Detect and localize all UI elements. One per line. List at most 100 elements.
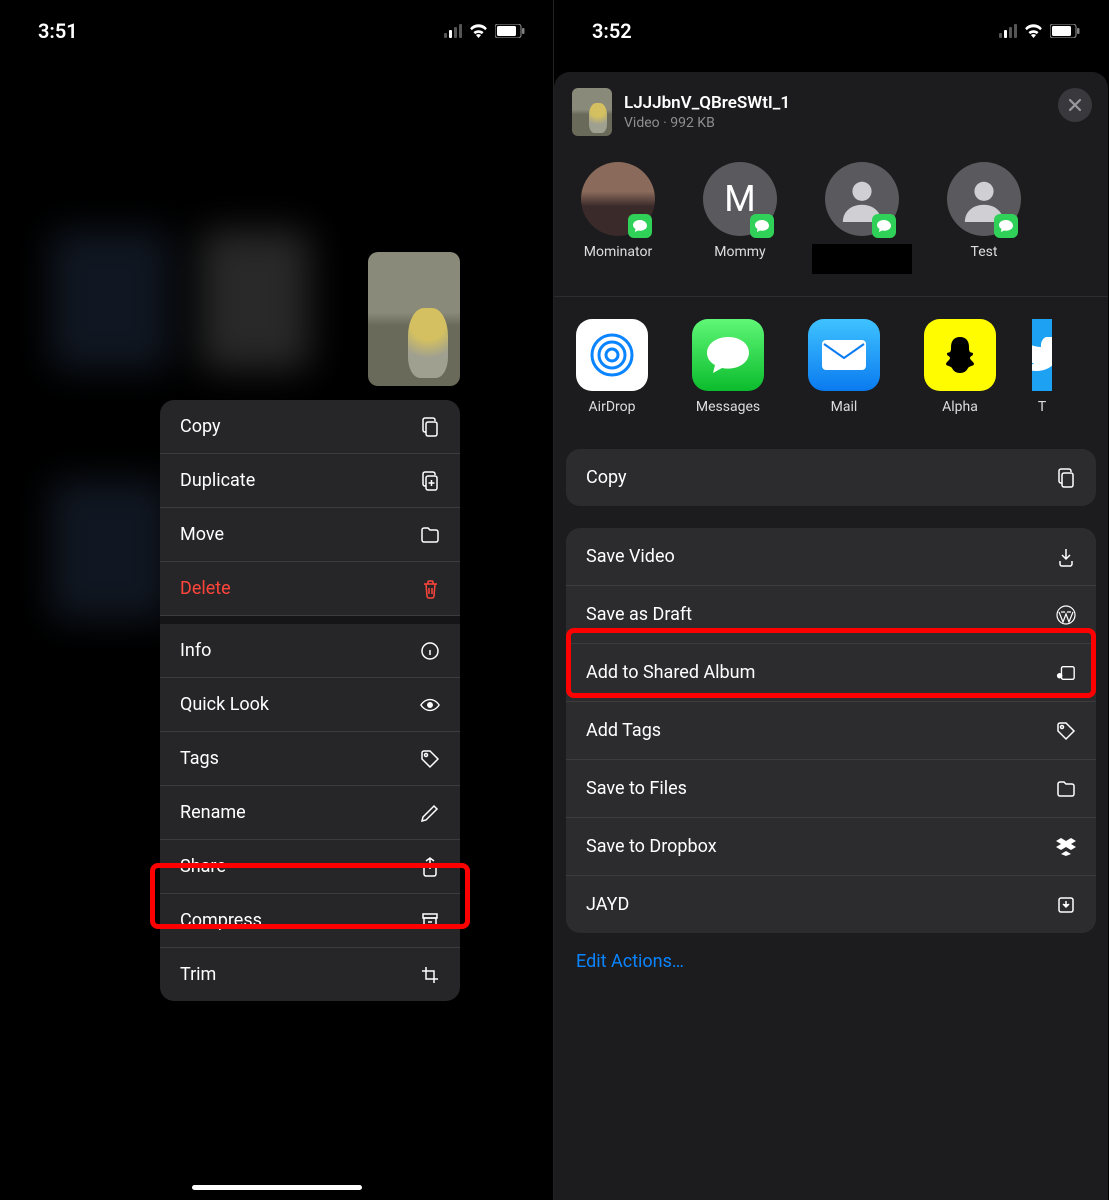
menu-delete[interactable]: Delete [160,562,460,616]
menu-info[interactable]: Info [160,624,460,678]
status-bar: 3:51 [0,0,553,50]
redacted-label [812,244,912,274]
action-copy[interactable]: Copy [566,449,1096,506]
menu-label: Rename [180,802,246,823]
status-icons [444,19,525,43]
messages-badge-icon [628,214,652,238]
trash-icon [420,579,440,599]
app-label: Alpha [942,399,978,415]
screen-share-sheet: 3:52 LJJJbnV_QBreSWtI_1 Video · 992 KB [554,0,1108,1200]
download-icon [1056,547,1076,567]
dropbox-icon [1056,837,1076,857]
app-alpha[interactable]: Alpha [916,319,1004,415]
action-label: JAYD [586,894,629,915]
status-time: 3:52 [592,19,632,43]
archive-icon [420,911,440,931]
app-mail[interactable]: Mail [800,319,888,415]
wordpress-icon [1056,605,1076,625]
wifi-icon [468,19,489,43]
folder-icon [1056,779,1076,799]
app-messages[interactable]: Messages [684,319,772,415]
snapchat-icon [924,319,996,391]
status-time: 3:51 [38,19,78,43]
contact-mommy[interactable]: M Mommy [690,162,790,274]
action-label: Save to Files [586,778,687,799]
messages-badge-icon [872,214,896,238]
menu-duplicate[interactable]: Duplicate [160,454,460,508]
file-meta: Video · 992 KB [624,115,790,131]
action-label: Copy [586,467,627,488]
cellular-icon [444,24,462,38]
app-label: Messages [696,399,760,415]
menu-trim[interactable]: Trim [160,948,460,1001]
action-label: Add Tags [586,720,661,741]
menu-label: Move [180,524,224,545]
contacts-row: Mominator M Mommy Test [554,152,1108,297]
contact-name: Test [971,244,998,260]
menu-label: Quick Look [180,694,269,715]
airdrop-icon [576,319,648,391]
folder-icon [420,525,440,545]
messages-badge-icon [750,214,774,238]
menu-label: Copy [180,416,221,437]
crop-icon [420,965,440,985]
menu-label: Tags [180,748,219,769]
action-label: Save as Draft [586,604,692,625]
close-button[interactable] [1058,88,1092,122]
context-menu: Copy Duplicate Move Delete Info Quick Lo… [160,400,460,1001]
action-label: Add to Shared Album [586,662,755,683]
duplicate-icon [420,471,440,491]
action-shared-album[interactable]: Add to Shared Album [566,644,1096,702]
menu-copy[interactable]: Copy [160,400,460,454]
contact-test[interactable]: Test [934,162,1034,274]
app-label: T [1038,399,1046,415]
battery-icon [495,19,525,43]
action-save-draft[interactable]: Save as Draft [566,586,1096,644]
download-box-icon [1056,895,1076,915]
battery-icon [1050,19,1080,43]
cellular-icon [999,24,1017,38]
home-indicator[interactable] [192,1185,362,1190]
actions-list-1: Copy [566,449,1096,506]
contact-name: Mommy [714,244,765,260]
menu-rename[interactable]: Rename [160,786,460,840]
pencil-icon [420,803,440,823]
twitter-icon [1032,319,1052,391]
menu-label: Compress [180,910,262,931]
info-icon [420,641,440,661]
menu-move[interactable]: Move [160,508,460,562]
share-icon [420,857,440,877]
menu-share[interactable]: Share [160,840,460,894]
menu-tags[interactable]: Tags [160,732,460,786]
action-label: Save to Dropbox [586,836,717,857]
status-bar: 3:52 [554,0,1108,50]
contact-mominator[interactable]: Mominator [568,162,668,274]
copy-icon [420,417,440,437]
app-airdrop[interactable]: AirDrop [568,319,656,415]
contact-redacted[interactable] [812,162,912,274]
menu-label: Delete [180,578,231,599]
app-label: Mail [831,399,858,415]
menu-label: Trim [180,964,216,985]
edit-actions-link[interactable]: Edit Actions… [554,933,1108,990]
app-label: AirDrop [589,399,636,415]
app-twitter[interactable]: T [1032,319,1052,415]
action-label: Save Video [586,546,675,567]
menu-compress[interactable]: Compress [160,894,460,948]
copy-icon [1056,468,1076,488]
action-save-video[interactable]: Save Video [566,528,1096,586]
video-thumbnail[interactable] [368,252,460,386]
file-name: LJJJbnV_QBreSWtI_1 [624,93,790,113]
actions-list-2: Save Video Save as Draft Add to Shared A… [566,528,1096,933]
menu-label: Info [180,640,211,661]
file-thumbnail [572,88,612,136]
action-add-tags[interactable]: Add Tags [566,702,1096,760]
tag-icon [420,749,440,769]
action-jayd[interactable]: JAYD [566,876,1096,933]
wifi-icon [1023,19,1044,43]
contact-name: Mominator [584,244,652,260]
action-save-files[interactable]: Save to Files [566,760,1096,818]
screen-files-context-menu: 3:51 Copy Duplicate Move [0,0,554,1200]
action-dropbox[interactable]: Save to Dropbox [566,818,1096,876]
menu-quicklook[interactable]: Quick Look [160,678,460,732]
